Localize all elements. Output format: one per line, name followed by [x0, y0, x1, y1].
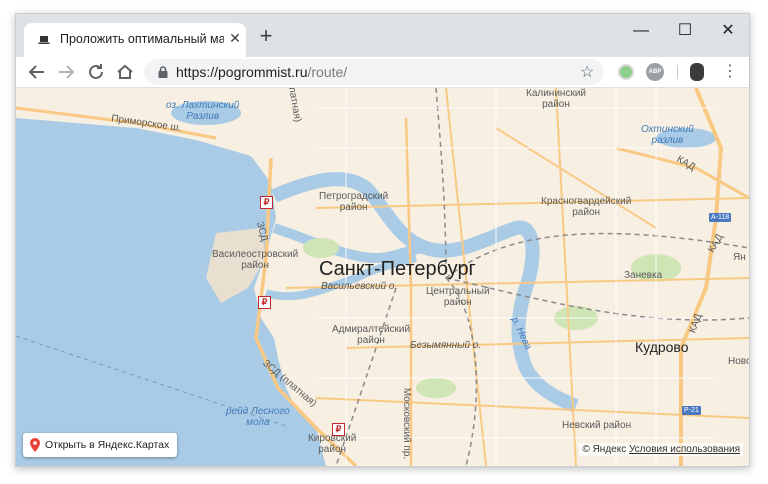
laptop-icon: [38, 36, 50, 44]
nevsky-label: Невский район: [562, 420, 632, 431]
url-text[interactable]: https://pogrommist.ru/route/: [176, 64, 347, 80]
address-bar[interactable]: https://pogrommist.ru/route/ ☆: [144, 59, 604, 85]
open-yandex-maps-button[interactable]: Открыть в Яндекс.Картах: [23, 433, 178, 457]
close-window-button[interactable]: ✕: [708, 18, 748, 44]
kirovsky-label: Кировский район: [308, 433, 357, 455]
krasnogvardeysky-label: Красногвардейский район: [541, 196, 632, 218]
tab-close-icon[interactable]: ✕: [227, 30, 243, 46]
moskovsky-prospekt-label: Московский пр.: [401, 387, 413, 460]
browser-tab[interactable]: Проложить оптимальный марш ✕: [24, 23, 246, 57]
novo-label: Ново: [728, 356, 749, 367]
yan-label: Ян: [733, 252, 746, 263]
a118-shield: А-118: [709, 213, 732, 222]
admiralteysky-label: Адмиралтейский район: [332, 324, 411, 346]
open-yandex-maps-label: Открыть в Яндекс.Картах: [45, 439, 170, 451]
copyright: © Яндекс Условия использования: [579, 443, 743, 456]
kalininsky-label: Калининский район: [526, 88, 586, 110]
adblock-icon[interactable]: ABP: [646, 63, 664, 81]
menu-dots-icon[interactable]: ⋮: [722, 62, 738, 82]
browser-toolbar: https://pogrommist.ru/route/ ☆ ABP ⋮: [16, 57, 749, 88]
browser-window: Проложить оптимальный марш ✕ + — ☐ ✕ htt…: [15, 13, 750, 467]
lesnoy-mol-label: рейд Лесного мола: [226, 406, 290, 428]
profile-avatar-icon[interactable]: [690, 63, 704, 81]
map-pin-icon: [30, 438, 40, 452]
tab-strip: Проложить оптимальный марш ✕ + — ☐ ✕: [16, 14, 749, 57]
toll-ruble-icon-1: ₽: [260, 196, 273, 209]
bookmark-star-icon[interactable]: ☆: [580, 62, 594, 82]
toolbar-divider: [677, 65, 678, 79]
zanevka-label: Заневка: [624, 270, 663, 281]
r21-shield: Р-21: [682, 406, 701, 415]
toll-ruble-icon-2: ₽: [258, 296, 271, 309]
kudrovo-label: Кудрово: [635, 339, 689, 355]
bezymyanny-island-label: Безымянный о.: [410, 340, 482, 351]
toll-ruble-icon-3: ₽: [332, 423, 345, 436]
terms-link[interactable]: Условия использования: [629, 444, 740, 455]
back-arrow-icon[interactable]: [25, 60, 49, 84]
tab-title: Проложить оптимальный марш: [60, 32, 224, 46]
home-icon[interactable]: [113, 60, 137, 84]
url-host: https://pogrommist.ru: [176, 64, 308, 80]
map-view[interactable]: оз. Лахтинский Разлив Приморское ш. Д (п…: [16, 88, 749, 466]
vasilyevsky-island-label: Васильевский о.: [321, 281, 398, 292]
extension-green-icon[interactable]: [618, 64, 634, 80]
okhtinsky-label: Охтинский разлив: [641, 124, 694, 146]
reload-icon[interactable]: [84, 60, 108, 84]
vasileostrovsky-label: Василеостровский район: [212, 249, 299, 271]
lakhta-lake-label: оз. Лахтинский Разлив: [166, 100, 240, 122]
petrogradsky-label: Петроградский район: [319, 191, 389, 213]
maximize-button[interactable]: ☐: [665, 18, 705, 44]
url-path: /route/: [307, 64, 348, 80]
copyright-text: © Яндекс: [582, 444, 627, 455]
lock-icon: [158, 66, 168, 78]
new-tab-button[interactable]: +: [256, 25, 276, 47]
tsentralny-label: Центральный район: [426, 286, 490, 308]
city-name-label: Санкт-Петербург: [319, 258, 476, 280]
minimize-button[interactable]: —: [621, 18, 661, 44]
forward-arrow-icon[interactable]: [54, 60, 78, 84]
